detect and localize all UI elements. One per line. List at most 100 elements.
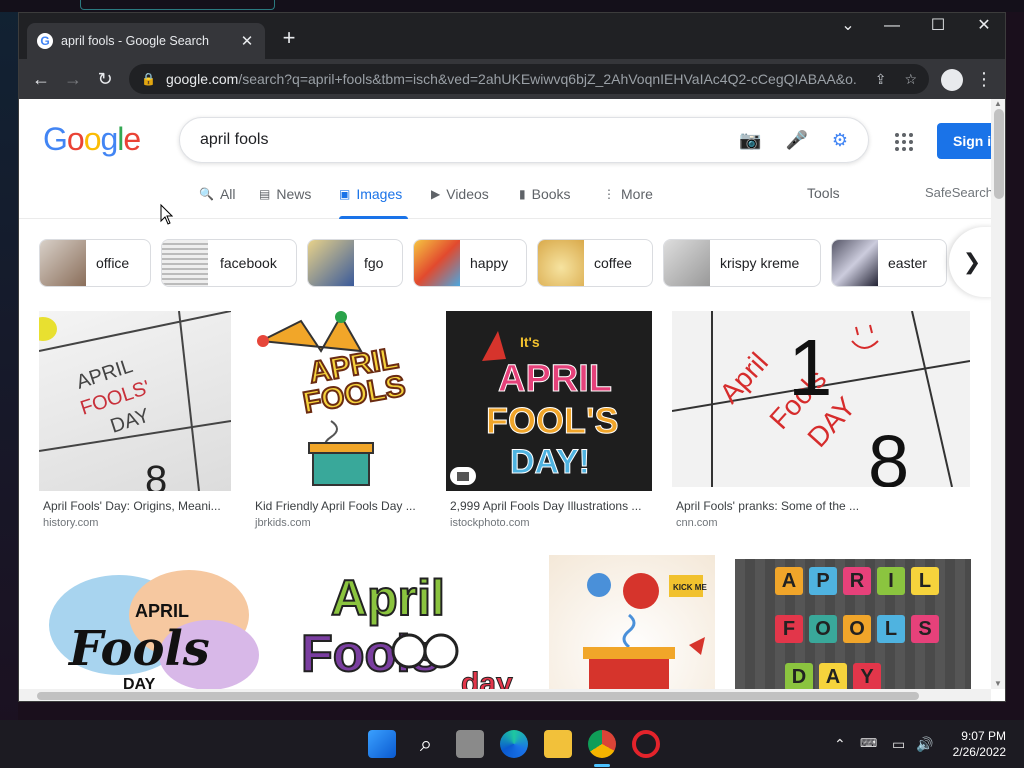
forward-button[interactable]: →	[59, 65, 87, 93]
file-explorer-icon[interactable]	[544, 730, 572, 758]
safesearch-button[interactable]: SafeSearch	[925, 185, 991, 200]
result-caption[interactable]: Kid Friendly April Fools Day ...	[255, 499, 425, 513]
scroll-down-icon[interactable]: ▼	[994, 679, 1002, 688]
search-settings-icon[interactable]: ⚙	[832, 130, 848, 151]
address-bar[interactable]: 🔒 google.com/search?q=april+fools&tbm=is…	[129, 64, 929, 94]
camera-search-icon[interactable]: 📷	[739, 130, 761, 151]
scrollbar-thumb[interactable]	[37, 692, 919, 700]
volume-icon[interactable]: 🔊	[916, 736, 933, 753]
windows-start-icon[interactable]	[368, 730, 396, 758]
scrollbar-thumb[interactable]	[994, 109, 1004, 199]
close-window-button[interactable]: ✕	[961, 13, 1005, 43]
jack-in-box-image: KICK ME	[583, 573, 707, 689]
browser-tab-active[interactable]: G april fools - Google Search ✕	[27, 23, 265, 59]
image-text: April	[331, 570, 445, 626]
close-tab-icon[interactable]: ✕	[239, 32, 255, 50]
chip-facebook[interactable]: facebook	[161, 239, 297, 287]
image-result[interactable]: April Fools DAY 1 8 April Fools' pranks:…	[672, 311, 970, 537]
share-icon[interactable]: ⇪	[875, 71, 887, 88]
result-source[interactable]: istockphoto.com	[450, 517, 529, 529]
back-button[interactable]: ←	[27, 65, 55, 93]
result-thumbnail[interactable]: APRIL FOOLS	[251, 311, 427, 491]
more-dots-icon: ⋮	[603, 187, 615, 201]
horizontal-scrollbar[interactable]	[19, 689, 991, 701]
browser-window: G april fools - Google Search ✕ + ⌄ — ☐ …	[18, 12, 1006, 702]
result-thumbnail[interactable]: APRILFOOLSDAY	[735, 559, 971, 689]
google-logo[interactable]: Google	[43, 121, 141, 158]
image-result[interactable]: KICK ME	[549, 555, 715, 689]
result-caption[interactable]: April Fools' pranks: Some of the ...	[676, 499, 966, 513]
search-box[interactable]: april fools 📷 🎤 ⚙	[179, 117, 869, 163]
tray-chevron-icon[interactable]: ⌃	[834, 736, 846, 753]
letter-block: Y	[853, 663, 881, 689]
url-text[interactable]: google.com/search?q=april+fools&tbm=isch…	[166, 71, 857, 87]
chip-office[interactable]: office	[39, 239, 151, 287]
result-thumbnail[interactable]: KICK ME	[549, 555, 715, 689]
result-thumbnail[interactable]: April Fools DAY 1 8	[672, 311, 970, 487]
chip-thumbnail	[308, 240, 354, 286]
profile-avatar-icon[interactable]	[941, 69, 963, 91]
svg-text:8: 8	[145, 458, 167, 491]
tab-images[interactable]: ▣ Images	[339, 185, 409, 219]
taskbar: ⌕ ⌃ ⌨ ▭ 🔊 9:07 PM 2/26/2022	[0, 720, 1024, 768]
image-text: DAY	[123, 676, 156, 689]
chrome-browser-icon[interactable]	[588, 730, 616, 758]
chip-krispy-kreme[interactable]: krispy kreme	[663, 239, 821, 287]
maximize-button[interactable]: ☐	[915, 13, 961, 43]
result-thumbnail[interactable]: April Fools day	[291, 555, 529, 689]
result-source[interactable]: jbrkids.com	[255, 517, 311, 529]
keyboard-icon[interactable]: ⌨	[860, 736, 877, 750]
microphone-icon[interactable]: 🎤	[785, 130, 807, 151]
goofy-text-image: April Fools day	[300, 569, 514, 689]
edge-browser-icon[interactable]	[500, 730, 528, 758]
vertical-scrollbar[interactable]: ▲ ▼	[991, 99, 1005, 689]
network-icon[interactable]: ▭	[892, 736, 905, 753]
result-caption[interactable]: April Fools' Day: Origins, Meani...	[43, 499, 233, 513]
result-thumbnail[interactable]: APRIL Fools DAY	[39, 555, 271, 689]
task-view-icon[interactable]	[456, 730, 484, 758]
chip-label: fgo	[364, 255, 384, 271]
search-icon[interactable]: ⌕	[412, 730, 440, 758]
result-thumbnail[interactable]: APRIL FOOLS' DAY 8	[39, 311, 231, 491]
image-result[interactable]: April Fools day	[291, 555, 529, 689]
calendar-image: APRIL FOOLS' DAY 8	[39, 311, 231, 491]
image-result[interactable]: APRIL FOOLS Kid Friendly April Fools Day…	[251, 311, 427, 537]
search-icon: 🔍	[199, 187, 214, 201]
minimize-button[interactable]: —	[869, 13, 915, 43]
image-result[interactable]: It's APRIL FOOL'S DAY! 2,999 April Fools…	[446, 311, 652, 537]
image-result[interactable]: APRILFOOLSDAY	[735, 559, 971, 689]
tab-news[interactable]: ▤ News	[259, 185, 311, 219]
result-source[interactable]: cnn.com	[676, 517, 718, 529]
image-text: It's	[520, 334, 540, 350]
opera-browser-icon[interactable]	[632, 730, 660, 758]
search-input[interactable]: april fools	[200, 131, 715, 149]
tools-button[interactable]: Tools	[807, 185, 840, 201]
mouse-cursor-icon	[160, 203, 173, 225]
tab-search-chevron-icon[interactable]: ⌄	[825, 13, 871, 43]
letter-block: D	[785, 663, 813, 689]
image-result[interactable]: APRIL FOOLS' DAY 8 April Fools' Day: Ori…	[39, 311, 233, 537]
chip-easter[interactable]: easter	[831, 239, 947, 287]
tab-books[interactable]: ▮ Books	[519, 185, 571, 219]
chip-coffee[interactable]: coffee	[537, 239, 653, 287]
bookmark-star-icon[interactable]: ☆	[904, 71, 917, 88]
tab-videos[interactable]: ▶ Videos	[431, 185, 489, 219]
chip-happy[interactable]: happy	[413, 239, 527, 287]
tab-more[interactable]: ⋮ More	[603, 185, 653, 219]
image-result[interactable]: APRIL Fools DAY	[39, 555, 271, 689]
reload-button[interactable]: ↻	[91, 65, 119, 93]
letter-block: A	[775, 567, 803, 595]
related-search-chips: office facebook fgo happy coffee krispy …	[39, 239, 991, 287]
new-tab-button[interactable]: +	[275, 25, 303, 53]
letter-block: L	[911, 567, 939, 595]
chip-fgo[interactable]: fgo	[307, 239, 403, 287]
result-caption[interactable]: 2,999 April Fools Day Illustrations ...	[450, 499, 654, 513]
sign-in-button[interactable]: Sign i	[937, 123, 991, 159]
google-apps-icon[interactable]	[895, 133, 913, 151]
result-thumbnail[interactable]: It's APRIL FOOL'S DAY!	[446, 311, 652, 491]
menu-kebab-icon[interactable]: ⋮	[975, 65, 993, 93]
scroll-up-icon[interactable]: ▲	[994, 99, 1002, 108]
system-clock[interactable]: 9:07 PM 2/26/2022	[946, 728, 1006, 760]
result-source[interactable]: history.com	[43, 517, 98, 529]
tab-all[interactable]: 🔍 All	[199, 185, 236, 219]
